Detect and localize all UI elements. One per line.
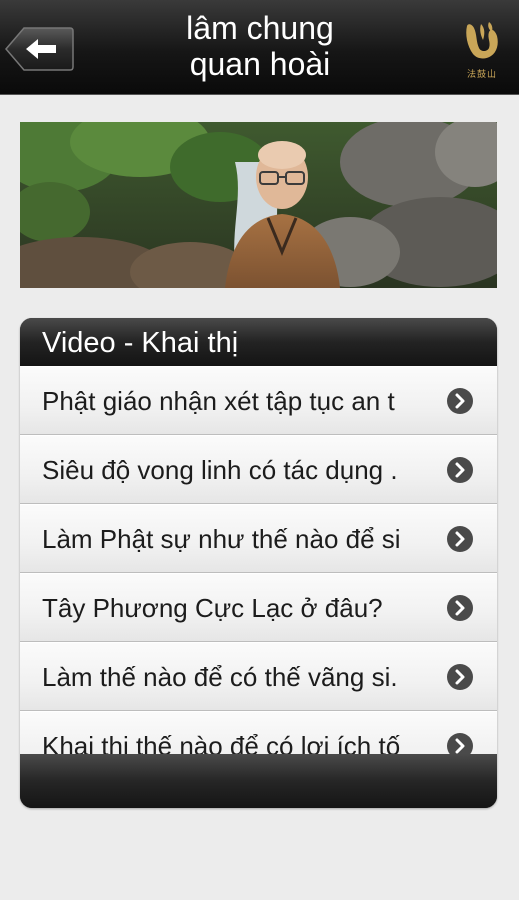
hero-image	[20, 122, 497, 288]
back-arrow-icon	[5, 27, 74, 71]
monk-photo	[20, 122, 497, 288]
panel-header: Video - Khai thị	[20, 318, 497, 366]
list-item[interactable]: Tây Phương Cực Lạc ở đâu?	[20, 573, 497, 642]
page-title: lâm chung quan hoài	[100, 10, 420, 82]
chevron-right-icon	[447, 595, 473, 621]
panel-title: Video - Khai thị	[42, 327, 239, 359]
video-panel: Video - Khai thị Phật giáo nhận xét tập …	[20, 318, 497, 808]
chevron-right-icon	[447, 664, 473, 690]
list-item[interactable]: Khai thị thế nào để có lợi ích tố	[20, 711, 497, 754]
chevron-right-icon	[447, 526, 473, 552]
list-item[interactable]: Làm Phật sự như thế nào để si	[20, 504, 497, 573]
list-item[interactable]: Làm thế nào để có thế vãng si.	[20, 642, 497, 711]
chevron-right-icon	[447, 457, 473, 483]
list-item[interactable]: Siêu độ vong linh có tác dụng .	[20, 435, 497, 504]
list-item[interactable]: Phật giáo nhận xét tập tục an t	[20, 366, 497, 435]
list-item-label: Làm Phật sự như thế nào để si	[42, 524, 401, 554]
page-title-line-1: lâm chung	[186, 10, 334, 46]
top-bar: lâm chung quan hoài 法鼓山	[0, 0, 519, 95]
list-item-label: Làm thế nào để có thế vãng si.	[42, 662, 398, 692]
list-item-label: Khai thị thế nào để có lợi ích tố	[42, 731, 401, 754]
back-button[interactable]	[4, 25, 74, 73]
list-item-label: Siêu độ vong linh có tác dụng .	[42, 455, 398, 485]
logo-caption: 法鼓山	[466, 69, 497, 79]
list-item-label: Phật giáo nhận xét tập tục an t	[42, 386, 395, 416]
page-title-line-2: quan hoài	[189, 46, 331, 82]
app-logo: 法鼓山	[459, 20, 505, 82]
video-list[interactable]: Phật giáo nhận xét tập tục an t Siêu độ …	[20, 366, 497, 754]
dharma-drum-logo-icon	[466, 22, 498, 59]
panel-footer	[20, 754, 497, 808]
chevron-right-icon	[447, 733, 473, 754]
chevron-right-icon	[447, 388, 473, 414]
list-item-label: Tây Phương Cực Lạc ở đâu?	[42, 593, 383, 623]
